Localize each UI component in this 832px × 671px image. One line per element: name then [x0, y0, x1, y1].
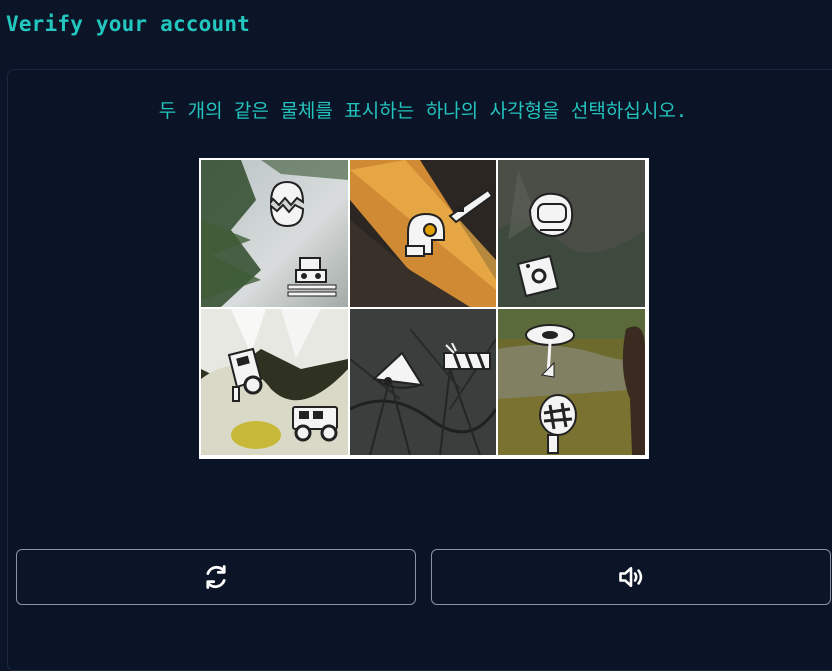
image-tile-4[interactable]	[201, 309, 348, 455]
refresh-button[interactable]	[16, 549, 416, 605]
train-icon	[287, 257, 337, 297]
image-tile-3[interactable]	[498, 160, 645, 307]
image-grid	[199, 158, 649, 459]
lamp-icon	[525, 324, 575, 378]
bell-icon	[371, 351, 424, 389]
image-tile-1[interactable]	[201, 160, 348, 307]
jeep-icon	[292, 406, 338, 442]
helmet-icon	[405, 212, 445, 257]
challenge-instruction: 두 개의 같은 물체를 표시하는 하나의 사각형을 선택하십시오.	[158, 100, 688, 122]
image-tile-6[interactable]	[498, 309, 645, 455]
page-title: Verify your account	[6, 12, 251, 36]
pen-icon	[448, 188, 494, 224]
refresh-icon	[206, 565, 226, 589]
card-icon	[516, 254, 560, 298]
image-tile-5[interactable]	[350, 309, 496, 455]
speaker-icon	[619, 566, 643, 588]
racket-icon	[539, 394, 577, 454]
jeep-icon	[227, 347, 263, 402]
hatching-egg-icon	[269, 180, 305, 228]
backpack-icon	[528, 192, 574, 238]
train-icon	[443, 343, 491, 370]
image-tile-2[interactable]	[350, 160, 496, 307]
audio-challenge-button[interactable]	[431, 549, 831, 605]
